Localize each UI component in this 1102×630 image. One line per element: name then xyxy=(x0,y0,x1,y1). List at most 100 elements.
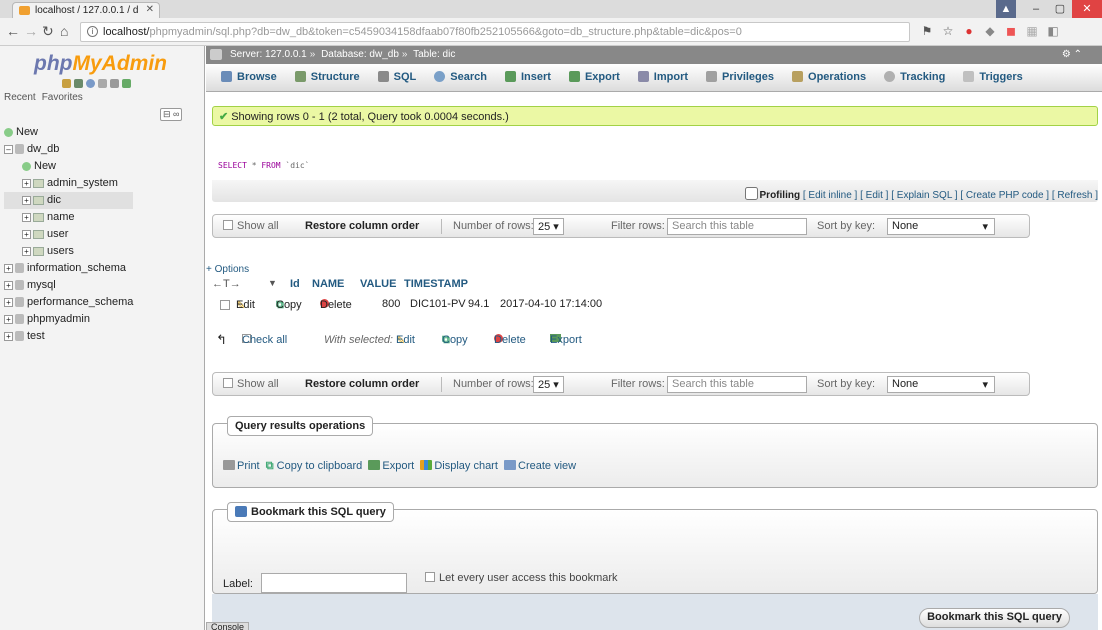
show-all-toggle[interactable]: Show all xyxy=(223,220,279,232)
expand-icon[interactable]: + xyxy=(22,229,31,239)
tree-item-test[interactable]: + test xyxy=(4,328,133,345)
recent-tab[interactable]: Recent xyxy=(4,92,36,103)
reload-icon[interactable]: ↻ xyxy=(42,23,54,40)
logout-icon[interactable] xyxy=(74,79,83,88)
filter-rows-input[interactable]: Search this table xyxy=(667,376,807,393)
column-header-value[interactable]: VALUE xyxy=(360,278,396,290)
bookmark-share-toggle[interactable]: Let every user access this bookmark xyxy=(425,572,618,584)
forward-icon[interactable]: → xyxy=(24,23,38,39)
filter-rows-input[interactable]: Search this table xyxy=(667,218,807,235)
tree-item-new-table[interactable]: New xyxy=(4,158,133,175)
create-view-link[interactable]: Create view xyxy=(504,460,576,472)
collapse-all-icon[interactable]: ⊟ ∞ xyxy=(160,108,183,121)
expand-icon[interactable]: + xyxy=(4,280,13,290)
breadcrumb-table[interactable]: Table: dic xyxy=(413,49,455,60)
expand-icon[interactable]: + xyxy=(4,331,13,341)
translate-icon[interactable]: ⚑ xyxy=(920,24,934,38)
home-icon[interactable] xyxy=(62,79,71,88)
address-bar[interactable]: i localhost/phpmyadmin/sql.php?db=dw_db&… xyxy=(80,22,910,42)
site-info-icon[interactable]: i xyxy=(87,26,98,37)
expand-icon[interactable]: + xyxy=(4,314,13,324)
close-tab-icon[interactable]: ✕ xyxy=(146,4,154,15)
expand-icon[interactable]: + xyxy=(22,212,31,222)
back-icon[interactable]: ← xyxy=(6,23,20,39)
tree-item-dic[interactable]: + dic xyxy=(4,192,134,209)
number-of-rows-select[interactable]: 25 ▾ xyxy=(533,218,564,235)
column-header-timestamp[interactable]: TIMESTAMP xyxy=(404,278,468,290)
copy-to-clipboard-link[interactable]: ⧉ Copy to clipboard xyxy=(266,460,363,472)
gear-icon[interactable]: ⚙ ⌃ xyxy=(1062,49,1082,60)
restore-column-order-button[interactable]: Restore column order xyxy=(305,220,419,232)
phpmyadmin-logo[interactable]: phpMyAdmin xyxy=(34,52,167,76)
number-of-rows-select[interactable]: 25 ▾ xyxy=(533,376,564,393)
breadcrumb-server[interactable]: Server: 127.0.0.1 xyxy=(230,49,307,60)
browser-tab[interactable]: localhost / 127.0.0.1 / d ✕ xyxy=(12,2,160,18)
show-all-toggle[interactable]: Show all xyxy=(223,378,279,390)
tab-export[interactable]: Export xyxy=(560,64,629,91)
window-close-icon[interactable]: ✕ xyxy=(1072,0,1102,18)
adblock-icon[interactable]: ● xyxy=(962,24,976,38)
extension-icon[interactable]: ◆ xyxy=(983,24,997,38)
extension-icon[interactable]: ◼ xyxy=(1004,24,1018,38)
tab-sql[interactable]: SQL xyxy=(369,64,426,91)
maximize-icon[interactable]: ▢ xyxy=(1048,0,1072,18)
tree-item-name[interactable]: + name xyxy=(4,209,133,226)
bookmark-submit-button[interactable]: Bookmark this SQL query xyxy=(919,608,1070,628)
sort-by-key-select[interactable]: None ▾ xyxy=(887,218,995,235)
tree-item-new[interactable]: New xyxy=(4,124,133,141)
tab-import[interactable]: Import xyxy=(629,64,697,91)
expand-icon[interactable]: + xyxy=(22,246,31,256)
sort-by-key-select[interactable]: None ▾ xyxy=(887,376,995,393)
bookmark-label-input[interactable] xyxy=(261,573,407,593)
docs-icon[interactable] xyxy=(98,79,107,88)
tree-item-dw-db[interactable]: – dw_db xyxy=(4,141,133,158)
profile-icon[interactable]: ▲ xyxy=(996,0,1016,18)
settings-icon[interactable] xyxy=(110,79,119,88)
database-icon xyxy=(15,144,24,155)
options-link[interactable]: + Options xyxy=(206,264,249,275)
column-arrows-icon[interactable]: ←T→ xyxy=(212,278,241,290)
home-icon[interactable]: ⌂ xyxy=(60,23,68,39)
tab-tracking[interactable]: Tracking xyxy=(875,64,954,91)
column-header-name[interactable]: NAME xyxy=(312,278,344,290)
extension-icon[interactable]: ▦ xyxy=(1025,24,1039,38)
expand-icon[interactable]: + xyxy=(4,263,13,273)
expand-icon[interactable]: + xyxy=(22,195,31,205)
row-checkbox[interactable] xyxy=(220,300,230,310)
menu-icon[interactable] xyxy=(210,49,222,60)
expand-icon[interactable]: + xyxy=(22,178,31,188)
tab-insert[interactable]: Insert xyxy=(496,64,560,91)
tree-item-user[interactable]: + user xyxy=(4,226,133,243)
column-header-id[interactable]: Id xyxy=(290,278,300,290)
export-link[interactable]: Export xyxy=(368,460,414,472)
profiling-checkbox[interactable] xyxy=(744,187,758,200)
favorites-tab[interactable]: Favorites xyxy=(42,92,83,103)
tree-item-phpmyadmin[interactable]: + phpmyadmin xyxy=(4,311,133,328)
tab-triggers[interactable]: Triggers xyxy=(954,64,1031,91)
display-chart-link[interactable]: Display chart xyxy=(420,460,498,472)
tab-operations[interactable]: Operations xyxy=(783,64,875,91)
bookmark-star-icon[interactable]: ☆ xyxy=(941,24,955,38)
expand-icon[interactable]: + xyxy=(4,297,13,307)
extension-icon[interactable]: ◧ xyxy=(1046,24,1060,38)
tree-item-admin-system[interactable]: + admin_system xyxy=(4,175,133,192)
tree-item-mysql[interactable]: + mysql xyxy=(4,277,133,294)
sql-action-links[interactable]: [ Edit inline ] [ Edit ] [ Explain SQL ]… xyxy=(803,190,1098,201)
tree-item-information-schema[interactable]: + information_schema xyxy=(4,260,133,277)
tab-search[interactable]: Search xyxy=(425,64,496,91)
tree-item-performance-schema[interactable]: + performance_schema xyxy=(4,294,133,311)
sort-dropdown-icon[interactable]: ▼ xyxy=(268,278,277,288)
tab-browse[interactable]: Browse xyxy=(212,64,286,91)
tab-privileges[interactable]: Privileges xyxy=(697,64,783,91)
collapse-icon[interactable]: – xyxy=(4,144,13,154)
breadcrumb-database[interactable]: Database: dw_db xyxy=(321,49,399,60)
tab-structure[interactable]: Structure xyxy=(286,64,369,91)
restore-column-order-button[interactable]: Restore column order xyxy=(305,378,419,390)
help-icon[interactable] xyxy=(86,79,95,88)
console-toggle[interactable]: Console xyxy=(206,622,250,630)
tree-item-users[interactable]: + users xyxy=(4,243,133,260)
minimize-icon[interactable]: – xyxy=(1024,0,1048,18)
sql-query-text[interactable]: SELECT * FROM `dic` xyxy=(218,161,310,170)
print-link[interactable]: Print xyxy=(223,460,260,472)
reload-nav-icon[interactable] xyxy=(122,79,131,88)
